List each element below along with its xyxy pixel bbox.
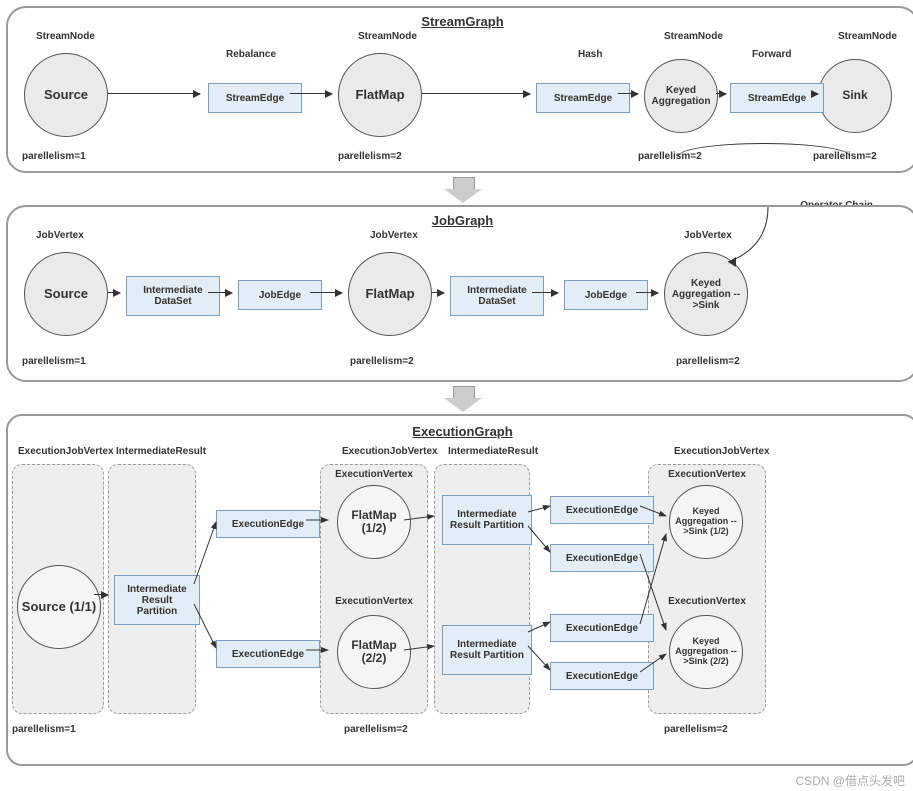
- exec-graph-panel: ExecutionGraph ExecutionJobVertex Interm…: [6, 414, 913, 766]
- job-graph-title: JobGraph: [18, 213, 907, 228]
- keyed-node: Keyed Aggregation: [644, 59, 718, 133]
- arrow: [422, 93, 530, 94]
- irp-2a: Intermediate Result Partition: [442, 495, 532, 545]
- ejv3-label: ExecutionJobVertex: [674, 446, 770, 457]
- ejv-sink-group: ExecutionVertex Keyed Aggregation -->Sin…: [648, 464, 766, 714]
- jv-sink: Keyed Aggregation -->Sink: [664, 252, 748, 336]
- exec-edge-3: ExecutionEdge: [550, 496, 654, 524]
- source-label: StreamNode: [36, 31, 95, 42]
- exec-edge-1: ExecutionEdge: [216, 510, 320, 538]
- arrow: [432, 292, 444, 293]
- ev-s1: Keyed Aggregation -->Sink (1/2): [669, 485, 743, 559]
- epar-3: parellelism=2: [664, 724, 728, 735]
- jv-source-label: JobVertex: [36, 230, 84, 241]
- exec-edge-6: ExecutionEdge: [550, 662, 654, 690]
- par-1: parellelism=1: [22, 151, 86, 162]
- stream-graph-row: StreamNode StreamNode StreamNode StreamN…: [18, 31, 907, 161]
- irp-2b: Intermediate Result Partition: [442, 625, 532, 675]
- ejv1-label: ExecutionJobVertex: [18, 446, 114, 457]
- source-node: Source: [24, 53, 108, 137]
- exec-edge-5: ExecutionEdge: [550, 614, 654, 642]
- ev-label-s1: ExecutionVertex: [649, 469, 765, 480]
- jv-source: Source: [24, 252, 108, 336]
- arrow: [94, 594, 108, 595]
- epar-2: parellelism=2: [344, 724, 408, 735]
- epar-1: parellelism=1: [12, 724, 76, 735]
- arrow: [310, 292, 342, 293]
- jv-flatmap: FlatMap: [348, 252, 432, 336]
- ev-fm2: FlatMap (2/2): [337, 615, 411, 689]
- par-2: parellelism=2: [338, 151, 402, 162]
- stream-graph-panel: StreamGraph StreamNode StreamNode Stream…: [6, 6, 913, 173]
- jpar-3: parellelism=2: [676, 356, 740, 367]
- ejv2-label: ExecutionJobVertex: [342, 446, 438, 457]
- down-arrow-2: [440, 386, 486, 410]
- down-arrow-1: [440, 177, 486, 201]
- exec-graph-title: ExecutionGraph: [18, 424, 907, 439]
- jv-flatmap-label: JobVertex: [370, 230, 418, 241]
- ev-fm1: FlatMap (1/2): [337, 485, 411, 559]
- flatmap-node: FlatMap: [338, 53, 422, 137]
- jpar-2: parellelism=2: [350, 356, 414, 367]
- watermark: CSDN @借点头发吧: [795, 772, 905, 789]
- arrow: [812, 93, 818, 94]
- arrow: [208, 292, 232, 293]
- ev-label-s2: ExecutionVertex: [649, 596, 765, 607]
- jobedge-1: JobEdge: [238, 280, 322, 310]
- stream-edge-2: StreamEdge: [536, 83, 630, 113]
- ids-1: Intermediate DataSet: [126, 276, 220, 316]
- stream-edge-3: StreamEdge: [730, 83, 824, 113]
- ir1-label: IntermediateResult: [116, 446, 206, 457]
- arrow: [290, 93, 332, 94]
- jv-sink-label: JobVertex: [684, 230, 732, 241]
- arrow: [108, 292, 120, 293]
- exec-edge-4: ExecutionEdge: [550, 544, 654, 572]
- ev-label-fm1: ExecutionVertex: [321, 469, 427, 480]
- sink-node: Sink: [818, 59, 892, 133]
- stream-graph-title: StreamGraph: [18, 14, 907, 29]
- ir-source-group: Intermediate Result Partition: [108, 464, 196, 714]
- ev-s2: Keyed Aggregation -->Sink (2/2): [669, 615, 743, 689]
- keyed-label: StreamNode: [664, 31, 723, 42]
- ids-2: Intermediate DataSet: [450, 276, 544, 316]
- chain-curve: [678, 143, 850, 156]
- irp-1: Intermediate Result Partition: [114, 575, 200, 625]
- jpar-1: parellelism=1: [22, 356, 86, 367]
- rebalance-label: Rebalance: [226, 49, 276, 60]
- sink-label: StreamNode: [838, 31, 897, 42]
- ev-label-fm2: ExecutionVertex: [321, 596, 427, 607]
- ir-flatmap-group: Intermediate Result Partition Intermedia…: [434, 464, 530, 714]
- hash-label: Hash: [578, 49, 602, 60]
- arrow: [716, 93, 726, 94]
- arrow: [618, 93, 638, 94]
- arrow: [108, 93, 200, 94]
- stream-edge-1: StreamEdge: [208, 83, 302, 113]
- arrow: [532, 292, 558, 293]
- ev-source: Source (1/1): [17, 565, 101, 649]
- ejv-flatmap-group: ExecutionVertex FlatMap (1/2) ExecutionV…: [320, 464, 428, 714]
- ir2-label: IntermediateResult: [448, 446, 538, 457]
- job-graph-row: JobVertex JobVertex JobVertex Source Fla…: [18, 230, 907, 370]
- jobedge-2: JobEdge: [564, 280, 648, 310]
- job-graph-panel: JobGraph JobVertex JobVertex JobVertex S…: [6, 205, 913, 382]
- arrow: [636, 292, 658, 293]
- flatmap-label: StreamNode: [358, 31, 417, 42]
- forward-label: Forward: [752, 49, 791, 60]
- ejv-source-group: Source (1/1): [12, 464, 104, 714]
- exec-edge-2: ExecutionEdge: [216, 640, 320, 668]
